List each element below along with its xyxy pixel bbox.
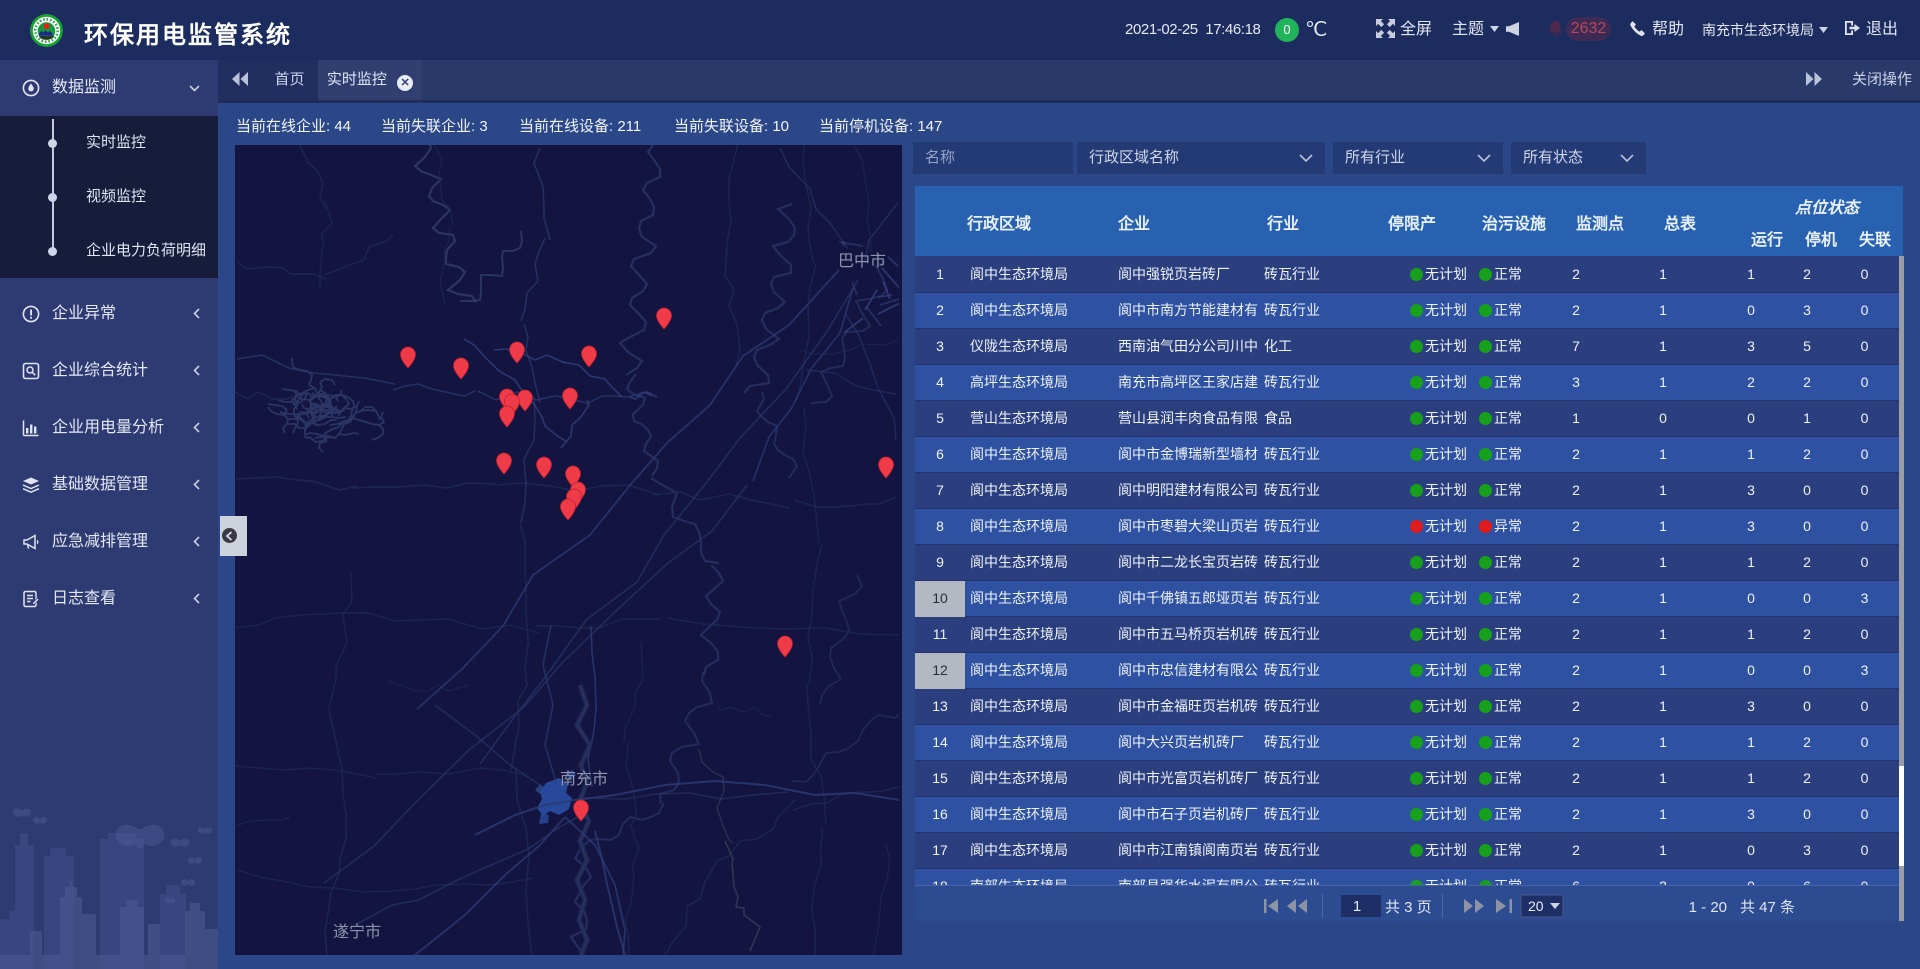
- svg-text:共 3 页: 共 3 页: [1385, 899, 1432, 916]
- svg-text:1: 1: [1353, 898, 1361, 915]
- svg-text:1 - 20: 1 - 20: [1689, 899, 1727, 916]
- svg-text:20: 20: [1528, 898, 1544, 914]
- svg-text:共 47 条: 共 47 条: [1740, 899, 1795, 916]
